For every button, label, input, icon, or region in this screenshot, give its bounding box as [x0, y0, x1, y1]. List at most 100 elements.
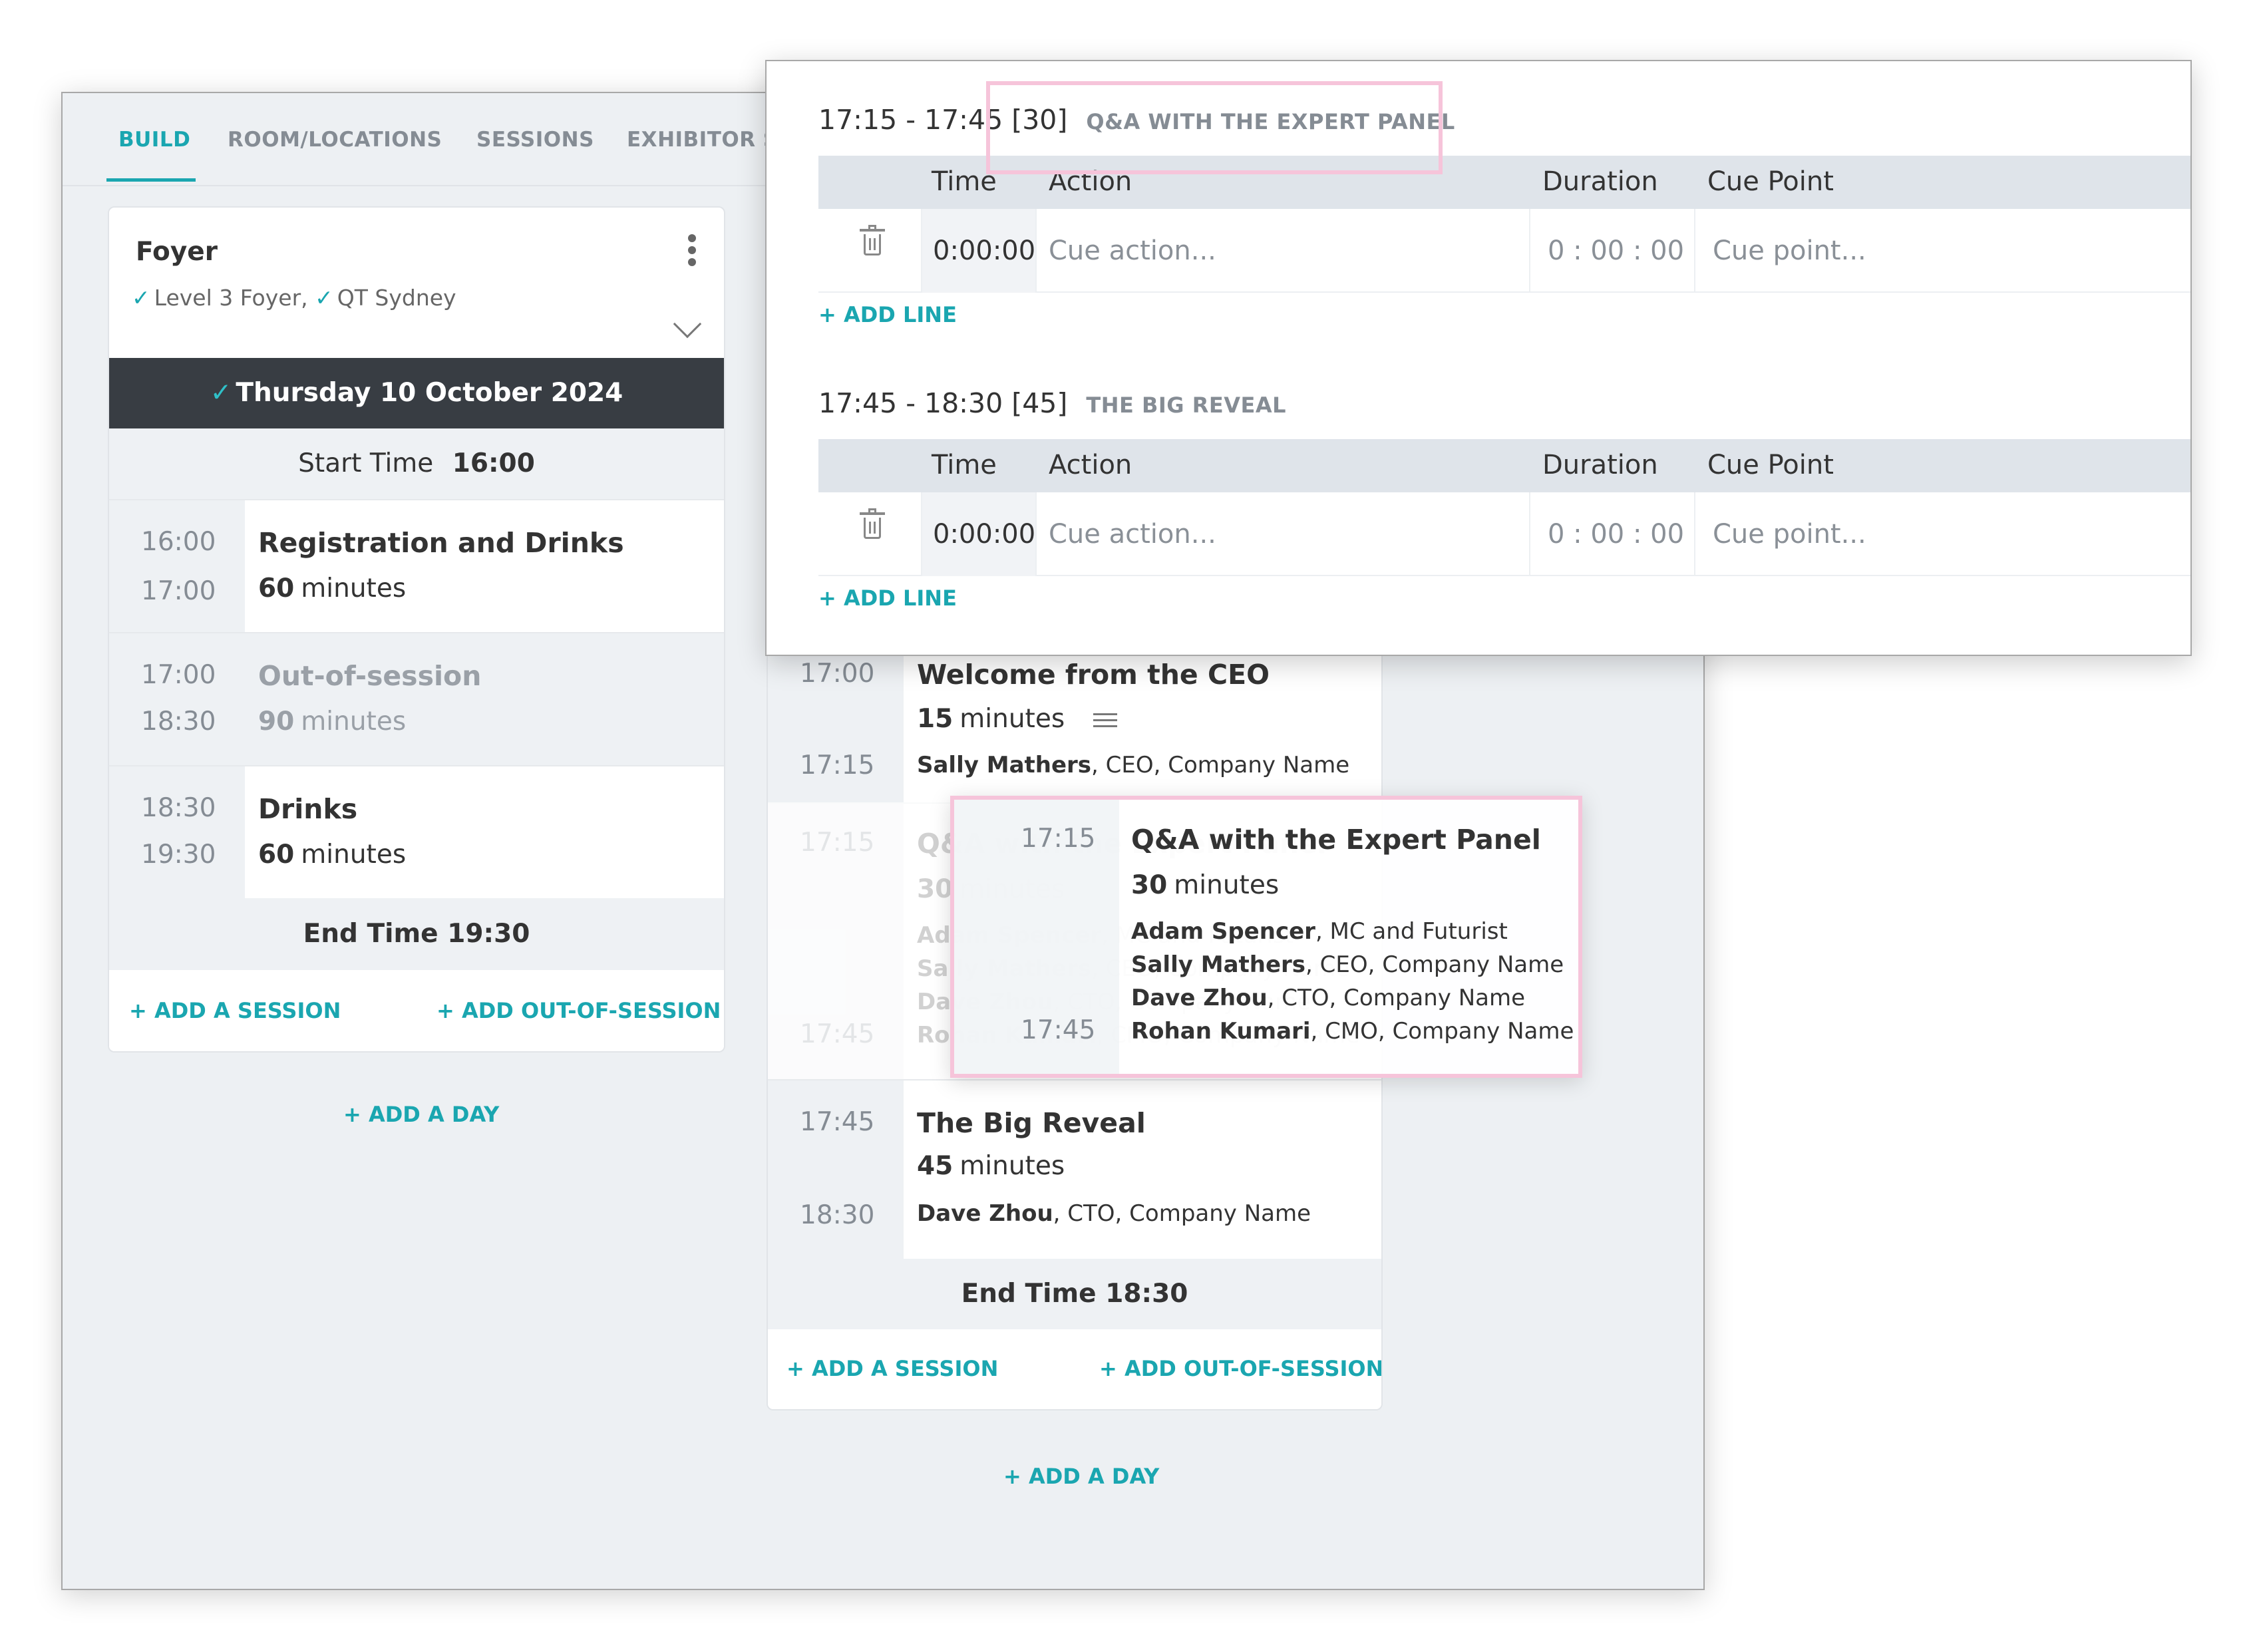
speaker: Rohan Kumari, CMO, Company Name — [1131, 1018, 1574, 1045]
delete-cell — [818, 492, 922, 576]
time-value: 0:00:00 — [933, 236, 1036, 266]
tab-sessions[interactable]: SESSIONS — [476, 128, 594, 152]
cue-point-placeholder: Cue point... — [1713, 519, 1866, 550]
add-session-link[interactable]: + ADD A SESSION — [786, 1356, 998, 1381]
session-end: 18:30 — [800, 1200, 875, 1230]
day-label: Thursday 10 October 2024 — [236, 378, 623, 408]
location-label: QT Sydney — [337, 285, 456, 311]
card-footer: + ADD A SESSION + ADD OUT-OF-SESSION — [768, 1329, 1381, 1409]
time-cell[interactable]: 0:00:00 — [922, 209, 1037, 293]
trash-icon[interactable] — [860, 508, 885, 539]
session-start: 17:00 — [141, 660, 216, 690]
tab-build[interactable]: BUILD — [118, 128, 190, 152]
speaker: Adam Spencer, MC and Futurist — [1131, 918, 1508, 945]
cue-point-input[interactable]: Cue point... — [1695, 492, 2190, 576]
highlight-box — [986, 81, 1443, 174]
end-time-row: End Time 18:30 — [768, 1259, 1381, 1329]
time-cell[interactable]: 0:00:00 — [922, 492, 1037, 576]
session-duration: 90 minutes — [258, 707, 407, 737]
duration-value: 0 : 00 : 00 — [1548, 236, 1685, 266]
add-out-of-session-link[interactable]: + ADD OUT-OF-SESSION — [1099, 1356, 1381, 1381]
session-duration: 30minutes — [1131, 870, 1280, 900]
add-out-of-session-link[interactable]: + ADD OUT-OF-SESSION — [436, 998, 721, 1023]
session-row[interactable]: 18:30 19:30 Drinks 60 minutes — [109, 765, 724, 898]
location-label: Level 3 Foyer, — [154, 285, 308, 311]
tab-room-locations[interactable]: ROOM/LOCATIONS — [228, 128, 442, 152]
table-row: 0:00:00 Cue action... 0 : 00 : 00 Cue po… — [818, 209, 2190, 293]
trash-icon[interactable] — [860, 225, 885, 255]
add-session-link[interactable]: + ADD A SESSION — [129, 998, 341, 1023]
table-row: 0:00:00 Cue action... 0 : 00 : 00 Cue po… — [818, 492, 2190, 576]
room-locations: ✓ Level 3 Foyer, ✓ QT Sydney — [132, 285, 456, 311]
dragged-session-card[interactable]: 17:15 17:45 Q&A with the Expert Panel 30… — [950, 796, 1582, 1078]
start-time-row: Start Time 16:00 — [109, 428, 724, 499]
more-options-icon[interactable] — [688, 234, 697, 270]
end-time-row: End Time 19:30 — [109, 898, 724, 970]
section-caption: THE BIG REVEAL — [1086, 393, 1286, 418]
session-start: 17:15 — [1021, 824, 1096, 854]
duration-input[interactable]: 0 : 00 : 00 — [1530, 492, 1695, 576]
session-duration: 45 minutes — [917, 1151, 1065, 1181]
session-title: Q&A with the Expert Panel — [1131, 824, 1541, 856]
column-header: Time — [932, 450, 997, 480]
check-icon: ✓ — [210, 378, 232, 408]
add-day-link[interactable]: + ADD A DAY — [1003, 1464, 1159, 1489]
room-title: Foyer — [136, 237, 218, 267]
session-times — [109, 766, 245, 898]
add-day-link[interactable]: + ADD A DAY — [343, 1102, 499, 1127]
speaker: Sally Mathers, CEO, Company Name — [917, 752, 1350, 778]
session-duration: 60 minutes — [258, 840, 407, 870]
check-icon: ✓ — [132, 285, 150, 311]
session-row[interactable]: 16:00 17:00 Registration and Drinks 60 mi… — [109, 499, 724, 632]
action-placeholder: Cue action... — [1049, 519, 1216, 550]
chevron-down-icon[interactable] — [673, 309, 702, 339]
column-header: Cue Point — [1707, 450, 1834, 480]
section-time-range: 17:45 - 18:30 [45] — [818, 387, 1068, 419]
action-input[interactable]: Cue action... — [1037, 209, 1530, 293]
session-end: 19:30 — [141, 840, 216, 870]
duration-input[interactable]: 0 : 00 : 00 — [1530, 209, 1695, 293]
section-header: 17:45 - 18:30 [45] THE BIG REVEAL — [818, 387, 1286, 419]
duration-value: 0 : 00 : 00 — [1548, 519, 1685, 550]
cue-point-input[interactable]: Cue point... — [1695, 209, 2190, 293]
active-tab-indicator — [106, 178, 196, 182]
check-icon: ✓ — [315, 285, 333, 311]
delete-cell — [818, 209, 922, 293]
session-start: 17:15 — [800, 828, 875, 858]
session-title: Out-of-session — [258, 660, 482, 692]
speaker: Dave Zhou, CTO, Company Name — [1131, 985, 1526, 1011]
add-line-link[interactable]: + ADD LINE — [818, 302, 957, 327]
session-start: 18:30 — [141, 793, 216, 823]
session-title: Registration and Drinks — [258, 527, 624, 559]
table-header: Time Action Duration Cue Point — [818, 439, 2190, 492]
day-header[interactable]: ✓ Thursday 10 October 2024 — [109, 358, 724, 428]
speaker: Sally Mathers, CEO, Company Name — [1131, 951, 1564, 978]
session-title: Drinks — [258, 793, 358, 825]
column-header: Cue Point — [1707, 166, 1834, 197]
session-end: 17:45 — [1021, 1015, 1096, 1045]
session-title: The Big Reveal — [917, 1107, 1146, 1139]
notes-icon[interactable] — [1093, 709, 1117, 731]
session-times — [109, 633, 245, 765]
session-end: 17:45 — [800, 1019, 875, 1049]
add-line-link[interactable]: + ADD LINE — [818, 585, 957, 611]
session-row[interactable]: 17:00 17:15 Welcome from the CEO 15 minut… — [768, 652, 1381, 802]
session-title: Welcome from the CEO — [917, 659, 1270, 691]
action-input[interactable]: Cue action... — [1037, 492, 1530, 576]
session-start: 16:00 — [141, 527, 216, 557]
out-of-session-row[interactable]: 17:00 18:30 Out-of-session 90 minutes — [109, 632, 724, 765]
session-duration: 60 minutes — [258, 574, 407, 603]
session-end: 17:15 — [800, 750, 875, 780]
cue-point-placeholder: Cue point... — [1713, 236, 1866, 266]
column-header: Action — [1049, 450, 1132, 480]
session-row[interactable]: 17:45 18:30 The Big Reveal 45 minutes Dav… — [768, 1079, 1381, 1259]
room-card: Foyer ✓ Level 3 Foyer, ✓ QT Sydney ✓ Thursd… — [108, 206, 725, 1053]
card-footer: + ADD A SESSION + ADD OUT-OF-SESSION — [109, 970, 724, 1051]
session-duration: 15 minutes — [917, 704, 1117, 734]
session-start: 17:45 — [800, 1107, 875, 1137]
tab-exhibitors[interactable]: EXHIBITOR S — [627, 128, 778, 152]
run-sheet-popup: 17:15 - 17:45 [30] Q&A WITH THE EXPERT PA… — [765, 60, 2192, 656]
session-start: 17:00 — [800, 659, 875, 689]
session-end: 18:30 — [141, 707, 216, 737]
time-value: 0:00:00 — [933, 519, 1036, 550]
